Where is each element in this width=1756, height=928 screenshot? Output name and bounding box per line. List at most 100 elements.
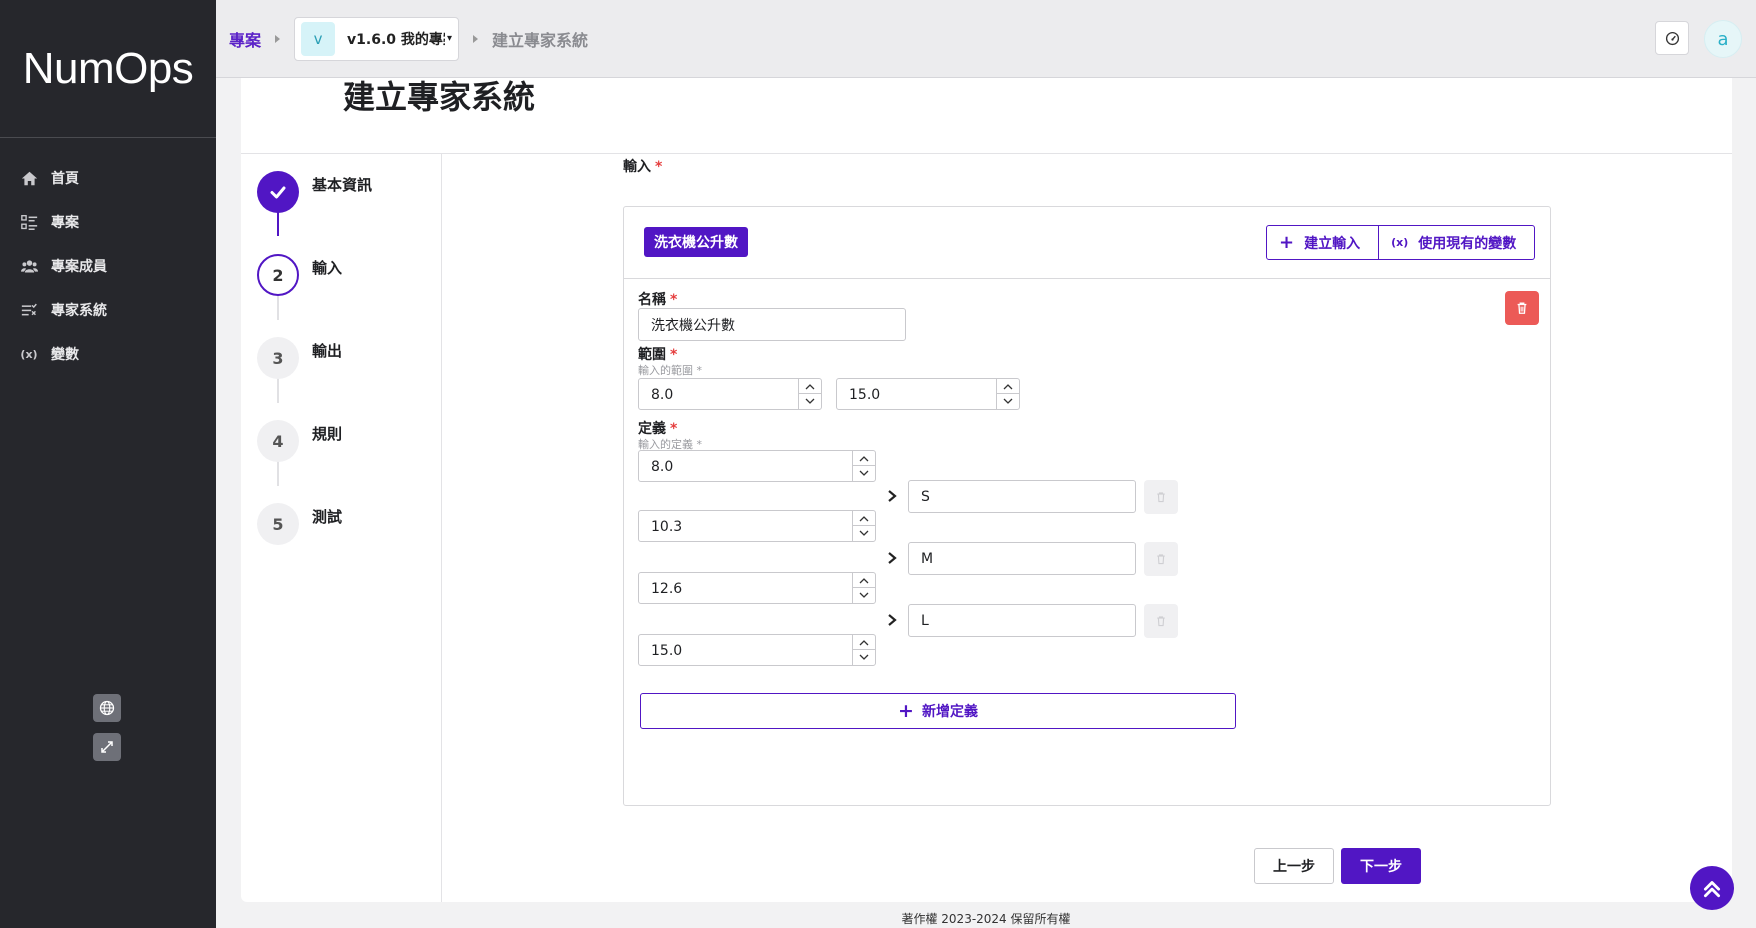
sidebar-item-label: 專案成員 xyxy=(51,259,107,275)
step-label: 基本資訊 xyxy=(312,176,373,194)
decrement-button[interactable] xyxy=(997,394,1019,409)
sidebar-item-variables[interactable]: (x) 變數 xyxy=(0,332,216,376)
prev-step-button[interactable]: 上一步 xyxy=(1254,848,1334,884)
breadcrumb-separator-icon xyxy=(275,34,281,43)
user-avatar[interactable]: a xyxy=(1704,20,1742,58)
sidebar-item-label: 專家系統 xyxy=(51,303,107,319)
version-select[interactable]: v v1.6.0 我的專案 ▾ xyxy=(294,16,460,61)
definition-label-input[interactable]: S xyxy=(908,480,1136,513)
chevron-up-icon xyxy=(1003,383,1013,389)
range-label-text: 範圍 xyxy=(638,347,666,363)
sidebar-item-home[interactable]: 首頁 xyxy=(0,156,216,200)
step-label: 測試 xyxy=(312,508,343,526)
list-icon xyxy=(20,213,38,231)
name-input[interactable]: 洗衣機公升數 xyxy=(638,308,906,341)
increment-button[interactable] xyxy=(853,451,875,466)
definition-bound-input[interactable]: 12.6 xyxy=(638,572,876,604)
increment-button[interactable] xyxy=(799,379,821,394)
use-variable-label: 使用現有的變數 xyxy=(1418,235,1517,252)
decrement-button[interactable] xyxy=(853,466,875,481)
range-min-spinner xyxy=(798,379,821,409)
delete-input-button[interactable] xyxy=(1505,291,1539,325)
step-label: 輸出 xyxy=(312,342,343,360)
add-definition-button[interactable]: + 新增定義 xyxy=(640,693,1236,729)
step-rules[interactable]: 4 規則 xyxy=(257,420,342,462)
checklist-icon xyxy=(20,301,38,319)
range-hint-text: 輸入的範圍 xyxy=(638,364,693,377)
definition-label-text: 定義 xyxy=(638,421,666,437)
decrement-button[interactable] xyxy=(853,650,875,665)
create-input-button[interactable]: + 建立輸入 xyxy=(1267,226,1378,259)
chevron-right-icon xyxy=(888,552,897,564)
sidebar-item-projects[interactable]: 專案 xyxy=(0,200,216,244)
step-number: 2 xyxy=(257,254,299,296)
definition-label: 定義 * xyxy=(638,418,677,438)
double-chevron-up-icon xyxy=(1703,881,1721,898)
definition-label-input[interactable]: M xyxy=(908,542,1136,575)
chevron-down-icon xyxy=(1003,398,1013,404)
input-action-group: + 建立輸入 (x) 使用現有的變數 xyxy=(1266,225,1536,260)
plus-icon: + xyxy=(898,700,914,722)
chevron-up-icon xyxy=(805,383,815,389)
sidebar: NumOps 首頁 專案 專案成員 專家系統 (x) 變數 xyxy=(0,0,216,928)
decrement-button[interactable] xyxy=(853,588,875,603)
required-mark: * xyxy=(670,421,678,437)
range-max-input[interactable]: 15.0 xyxy=(836,378,1020,410)
sidebar-item-expert-systems[interactable]: 專家系統 xyxy=(0,288,216,332)
step-basic-info[interactable]: 基本資訊 xyxy=(257,171,372,213)
bound-spinner xyxy=(852,511,875,541)
create-input-label: 建立輸入 xyxy=(1304,235,1361,252)
definition-bound-input[interactable]: 10.3 xyxy=(638,510,876,542)
input-tabs-bar: 洗衣機公升數 + 建立輸入 (x) 使用現有的變數 xyxy=(624,207,1550,279)
increment-button[interactable] xyxy=(853,635,875,650)
app-logo[interactable]: NumOps xyxy=(0,0,216,138)
scroll-to-top-button[interactable] xyxy=(1690,866,1734,910)
variable-icon: (x) xyxy=(20,347,38,361)
increment-button[interactable] xyxy=(853,511,875,526)
definition-bound-value: 12.6 xyxy=(651,581,683,597)
chevron-up-icon xyxy=(859,577,869,583)
step-input[interactable]: 2 輸入 xyxy=(257,254,342,296)
range-max-value: 15.0 xyxy=(849,387,881,403)
diagonal-arrows-icon xyxy=(101,741,113,753)
step-test[interactable]: 5 測試 xyxy=(257,503,342,545)
chevron-down-icon xyxy=(859,530,869,536)
sidebar-item-members[interactable]: 專案成員 xyxy=(0,244,216,288)
language-button[interactable] xyxy=(93,694,121,722)
collapse-sidebar-button[interactable] xyxy=(93,733,121,761)
decrement-button[interactable] xyxy=(853,526,875,541)
delete-definition-button[interactable] xyxy=(1144,480,1178,514)
chevron-up-icon xyxy=(859,455,869,461)
increment-button[interactable] xyxy=(997,379,1019,394)
definition-bound-input[interactable]: 8.0 xyxy=(638,450,876,482)
chevron-down-icon xyxy=(805,398,815,404)
chevron-down-icon xyxy=(859,654,869,660)
step-output[interactable]: 3 輸出 xyxy=(257,337,342,379)
definition-label-input[interactable]: L xyxy=(908,604,1136,637)
step-number: 3 xyxy=(257,337,299,379)
breadcrumb-current: 建立專家系統 xyxy=(492,30,589,50)
dashboard-button[interactable] xyxy=(1655,21,1689,55)
use-variable-button[interactable]: (x) 使用現有的變數 xyxy=(1378,226,1534,259)
definition-bound-input[interactable]: 15.0 xyxy=(638,634,876,666)
definition-bound-value: 10.3 xyxy=(651,519,683,535)
step-label: 輸入 xyxy=(312,259,343,277)
next-step-button[interactable]: 下一步 xyxy=(1341,848,1421,884)
range-min-input[interactable]: 8.0 xyxy=(638,378,822,410)
step-number: 4 xyxy=(257,420,299,462)
plus-icon: + xyxy=(1279,232,1295,253)
chevron-down-icon: ▾ xyxy=(447,33,453,44)
version-select-value: v1.6.0 我的專案 xyxy=(347,31,445,48)
bound-spinner xyxy=(852,635,875,665)
step-number: 5 xyxy=(257,503,299,545)
chevron-down-icon xyxy=(859,470,869,476)
breadcrumb-projects[interactable]: 專案 xyxy=(229,27,261,51)
input-tag[interactable]: 洗衣機公升數 xyxy=(644,227,748,257)
decrement-button[interactable] xyxy=(799,394,821,409)
chevron-right-icon xyxy=(888,490,897,502)
range-hint: 輸入的範圍 * xyxy=(638,362,702,378)
delete-definition-button[interactable] xyxy=(1144,604,1178,638)
increment-button[interactable] xyxy=(853,573,875,588)
delete-definition-button[interactable] xyxy=(1144,542,1178,576)
trash-icon xyxy=(1157,554,1165,565)
